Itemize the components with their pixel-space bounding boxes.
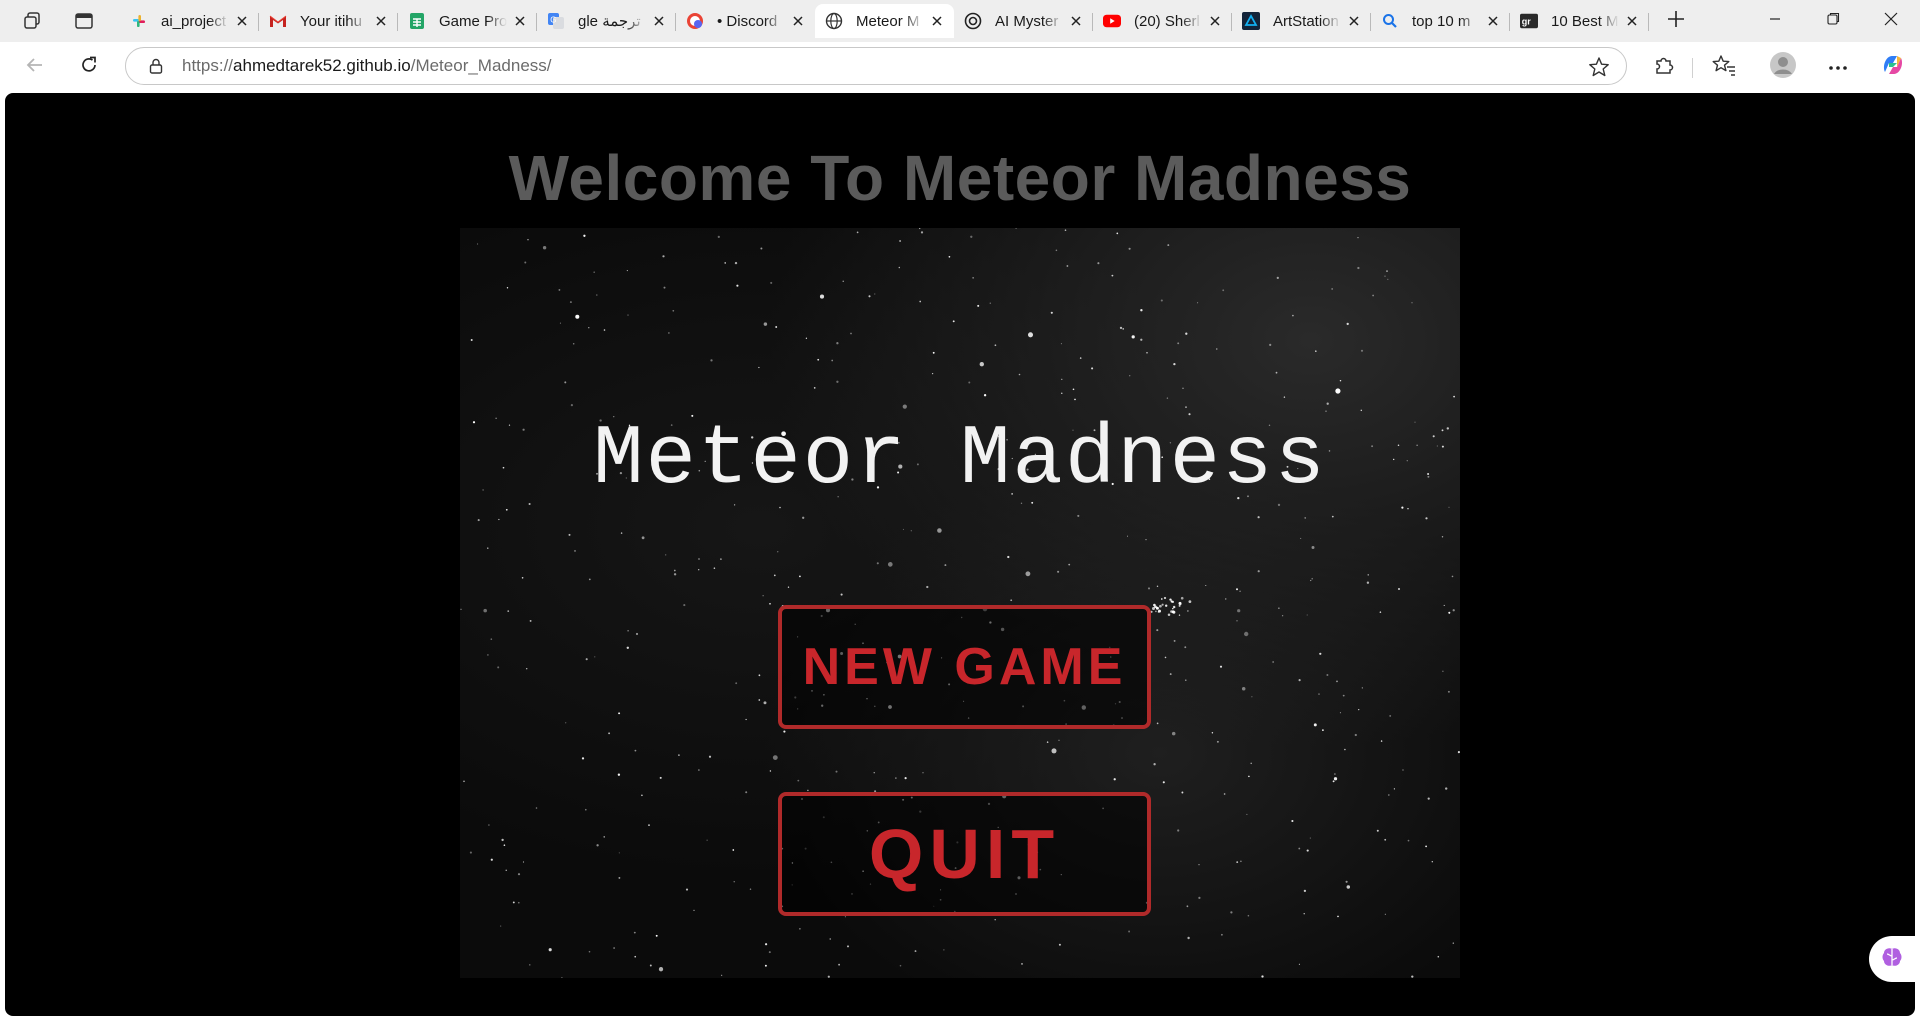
gmail-icon bbox=[269, 12, 287, 30]
close-icon[interactable] bbox=[1623, 12, 1641, 30]
copilot-sidebar-button[interactable] bbox=[1869, 936, 1915, 982]
game-canvas[interactable]: Meteor Madness NEW GAME QUIT bbox=[460, 228, 1460, 978]
artstation-icon bbox=[1242, 12, 1260, 30]
globe-icon bbox=[825, 12, 843, 30]
favorites-list-icon bbox=[1712, 54, 1736, 81]
tab-slack[interactable]: ai_project bbox=[120, 4, 259, 38]
brain-icon bbox=[1880, 945, 1904, 974]
tab-meteor-madness[interactable]: Meteor M bbox=[815, 4, 954, 38]
extensions-button[interactable] bbox=[1646, 50, 1682, 84]
tab-title: Game Pro bbox=[439, 12, 507, 30]
close-icon[interactable] bbox=[650, 12, 668, 30]
tab-title: Meteor M bbox=[856, 12, 920, 30]
quit-button[interactable]: QUIT bbox=[778, 792, 1151, 916]
gr-icon: gr bbox=[1520, 12, 1538, 30]
tab-translate[interactable]: G gle ترجمة bbox=[537, 4, 676, 38]
back-button[interactable] bbox=[17, 50, 53, 84]
avatar bbox=[1769, 51, 1797, 84]
tab-sheets[interactable]: Game Pro bbox=[398, 4, 537, 38]
close-icon[interactable] bbox=[372, 12, 390, 30]
close-window-button[interactable] bbox=[1862, 0, 1920, 42]
close-icon[interactable] bbox=[233, 12, 251, 30]
restore-icon bbox=[1826, 12, 1840, 30]
page-viewport: Welcome To Meteor Madness Meteor Madness… bbox=[5, 93, 1915, 1016]
close-icon[interactable] bbox=[789, 12, 807, 30]
game-title: Meteor Madness bbox=[593, 413, 1327, 508]
address-bar[interactable]: https://ahmedtarek52.github.io/Meteor_Ma… bbox=[125, 47, 1627, 85]
tab-title: top 10 m bbox=[1412, 12, 1471, 30]
new-tab-button[interactable] bbox=[1658, 6, 1694, 36]
tab-title: ai_project bbox=[161, 12, 227, 30]
youtube-icon bbox=[1103, 12, 1121, 30]
url-scheme: https:// bbox=[182, 56, 234, 75]
minimize-button[interactable] bbox=[1746, 0, 1804, 42]
plus-icon bbox=[1666, 9, 1686, 34]
refresh-button[interactable] bbox=[71, 50, 107, 84]
new-game-button[interactable]: NEW GAME bbox=[778, 605, 1151, 729]
minimize-icon bbox=[1769, 12, 1781, 30]
vertical-tabs-icon[interactable] bbox=[67, 6, 101, 36]
puzzle-icon bbox=[1653, 54, 1675, 81]
url-path: /Meteor_Madness/ bbox=[410, 56, 552, 75]
tab-youtube[interactable]: (20) Sherl bbox=[1093, 4, 1232, 38]
tab-title: AI Myster bbox=[995, 12, 1059, 30]
discord-icon bbox=[686, 12, 704, 30]
translate-icon: G bbox=[547, 12, 565, 30]
close-icon[interactable] bbox=[1206, 12, 1224, 30]
svg-text:gr: gr bbox=[1522, 17, 1531, 27]
tab-title: 10 Best M bbox=[1551, 12, 1619, 30]
close-icon[interactable] bbox=[1345, 12, 1363, 30]
tab-goodreads[interactable]: gr 10 Best M bbox=[1510, 4, 1649, 38]
svg-text:G: G bbox=[550, 16, 556, 25]
close-icon[interactable] bbox=[511, 12, 529, 30]
url-text: https://ahmedtarek52.github.io/Meteor_Ma… bbox=[182, 56, 552, 76]
more-icon bbox=[1828, 58, 1848, 76]
restore-button[interactable] bbox=[1804, 0, 1862, 42]
url-host: ahmedtarek52.github.io bbox=[233, 56, 411, 75]
sheets-icon bbox=[408, 12, 426, 30]
page-title: Welcome To Meteor Madness bbox=[508, 142, 1412, 214]
tab-ai-mystery[interactable]: AI Myster bbox=[954, 4, 1093, 38]
close-icon bbox=[1884, 12, 1898, 31]
profile-button[interactable] bbox=[1765, 50, 1801, 84]
tab-title: gle ترجمة bbox=[578, 13, 641, 30]
tab-search[interactable]: top 10 m bbox=[1371, 4, 1510, 38]
copilot-icon bbox=[1880, 52, 1906, 83]
workspaces-icon[interactable] bbox=[15, 6, 49, 36]
tab-strip: ai_project Your itihu Game Pro G gle ترج… bbox=[0, 0, 1920, 42]
favorites-button[interactable] bbox=[1706, 50, 1742, 84]
favorite-star-icon[interactable] bbox=[1588, 56, 1610, 78]
tab-list: ai_project Your itihu Game Pro G gle ترج… bbox=[120, 4, 1649, 38]
lock-icon[interactable] bbox=[146, 56, 166, 76]
tab-title: ArtStation bbox=[1273, 12, 1339, 30]
close-icon[interactable] bbox=[928, 12, 946, 30]
openai-icon bbox=[964, 12, 982, 30]
tab-gmail[interactable]: Your itihu bbox=[259, 4, 398, 38]
tab-title: • Discord bbox=[717, 12, 778, 30]
toolbar-divider bbox=[1692, 58, 1693, 78]
close-icon[interactable] bbox=[1067, 12, 1085, 30]
search-icon bbox=[1381, 12, 1399, 30]
copilot-button[interactable] bbox=[1875, 50, 1911, 84]
tab-title: Your itihu bbox=[300, 12, 362, 30]
tab-title: (20) Sherl bbox=[1134, 12, 1200, 30]
slack-icon bbox=[130, 12, 148, 30]
browser-toolbar: https://ahmedtarek52.github.io/Meteor_Ma… bbox=[0, 42, 1920, 92]
refresh-icon bbox=[79, 55, 99, 80]
settings-menu-button[interactable] bbox=[1820, 50, 1856, 84]
tab-discord[interactable]: • Discord bbox=[676, 4, 815, 38]
tab-artstation[interactable]: ArtStation bbox=[1232, 4, 1371, 38]
close-icon[interactable] bbox=[1484, 12, 1502, 30]
back-arrow-icon bbox=[25, 55, 45, 80]
